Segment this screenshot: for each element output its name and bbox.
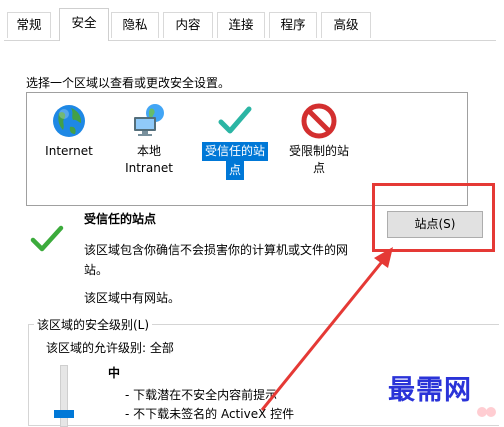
zone-note: 该区域中有网站。 xyxy=(84,291,181,305)
zone-restricted-sites[interactable]: 受限制的站 点 xyxy=(281,103,357,177)
tab-privacy[interactable]: 隐私 xyxy=(111,12,159,38)
watermark-text: 最需网 xyxy=(388,375,472,406)
zone-trusted-sites[interactable]: 受信任的站 点 xyxy=(197,103,273,180)
zone-label: 受限制的站 xyxy=(288,144,349,158)
tab-advanced[interactable]: 高级 xyxy=(321,12,371,38)
computer-network-icon xyxy=(134,104,164,136)
watermark-logo-icon xyxy=(477,407,496,417)
zone-description: 该区域包含你确信不会损害你的计算机或文件的网 站。 xyxy=(84,240,374,280)
zone-label-line2: 点 xyxy=(312,161,325,175)
zone-label: 受信任的站 xyxy=(201,142,268,161)
zone-local-intranet[interactable]: 本地 Intranet xyxy=(117,103,181,177)
allowed-level-text: 该区域的允许级别: 全部 xyxy=(46,341,174,355)
prohibited-icon xyxy=(301,103,337,139)
zone-title: 受信任的站点 xyxy=(84,212,157,226)
zone-description-line2: 站。 xyxy=(84,263,109,277)
security-bullet: - 不下载未签名的 ActiveX 控件 xyxy=(125,407,295,421)
checkmark-icon xyxy=(218,106,252,134)
zone-label-line2: 点 xyxy=(225,161,244,180)
zone-description-line1: 该区域包含你确信不会损害你的计算机或文件的网 xyxy=(84,243,349,257)
zone-label: 本地 xyxy=(136,144,161,158)
zone-label: Internet xyxy=(45,144,93,158)
security-level-name: 中 xyxy=(108,366,121,380)
tab-content[interactable]: 内容 xyxy=(163,12,213,38)
highlight-box xyxy=(372,183,495,252)
tab-general[interactable]: 常规 xyxy=(7,12,51,38)
zone-label-line2: Intranet xyxy=(125,161,173,175)
zone-internet[interactable]: Internet xyxy=(39,103,99,160)
instructions-text: 选择一个区域以查看或更改安全设置。 xyxy=(26,76,231,90)
tab-bar: 常规 安全 隐私 内容 连接 程序 高级 xyxy=(0,0,504,41)
tab-connections[interactable]: 连接 xyxy=(217,12,265,38)
security-slider-thumb[interactable] xyxy=(54,410,74,418)
tab-security[interactable]: 安全 xyxy=(59,8,109,41)
globe-icon xyxy=(53,105,85,137)
tab-programs[interactable]: 程序 xyxy=(269,12,317,38)
security-level-label: 该区域的安全级别(L) xyxy=(34,316,153,333)
security-bullet: - 下载潜在不安全内容前提示 xyxy=(125,388,278,402)
trusted-checkmark-icon xyxy=(30,225,64,252)
